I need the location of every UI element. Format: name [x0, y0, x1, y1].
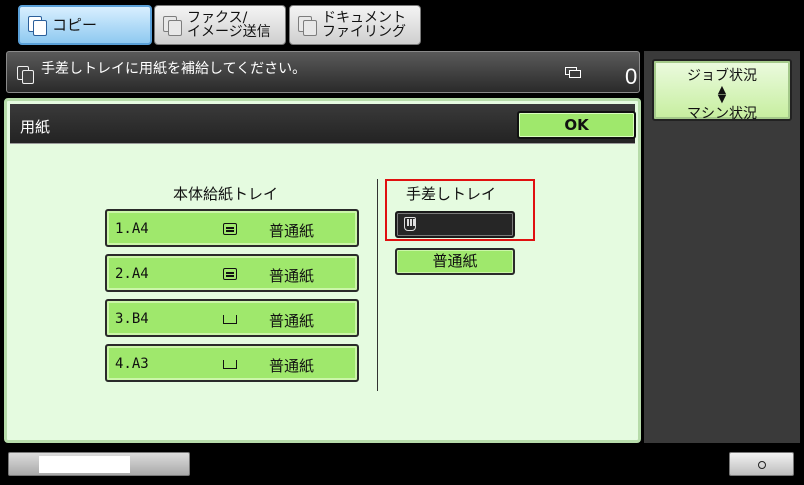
tab-fax-label: ファクス/ イメージ送信	[187, 10, 271, 40]
copy-mode-icon	[15, 64, 35, 84]
brightness-button[interactable]	[729, 452, 794, 476]
tray-empty-icon	[223, 360, 237, 369]
tray-number: 3.B4	[115, 311, 149, 327]
copies-icon	[565, 67, 583, 79]
bypass-tray-label: 手差しトレイ	[406, 185, 497, 203]
job-status-label: ジョブ状況	[687, 68, 757, 84]
toggle-arrows-icon: ▲ ▼	[717, 83, 727, 105]
tab-document-filing-label: ドキュメント ファイリング	[322, 10, 406, 40]
paper-type: 普通紙	[269, 267, 315, 285]
dialog-title: 用紙	[20, 118, 51, 136]
main-trays-label: 本体給紙トレイ	[173, 185, 279, 203]
fax-icon	[161, 14, 183, 36]
document-filing-icon	[296, 14, 318, 36]
status-panel: ジョブ状況 ▲ ▼ マシン状況	[644, 51, 800, 443]
job-machine-status-button[interactable]: ジョブ状況 ▲ ▼ マシン状況	[652, 59, 792, 122]
tray-number: 1.A4	[115, 221, 149, 237]
bypass-tray-button[interactable]	[395, 211, 515, 238]
tab-document-filing[interactable]: ドキュメント ファイリング	[289, 5, 421, 45]
dialog-header: 用紙 OK	[10, 104, 636, 144]
tray-2-button[interactable]: 2.A4 普通紙	[105, 254, 359, 292]
brightness-icon	[754, 454, 769, 474]
tray-loaded-icon	[223, 223, 237, 235]
progress-bar	[8, 452, 190, 476]
tray-1-button[interactable]: 1.A4 普通紙	[105, 209, 359, 247]
paper-type: 普通紙	[269, 357, 315, 375]
tray-number: 2.A4	[115, 266, 149, 282]
paper-select-dialog: 用紙 OK 本体給紙トレイ 1.A4 普通紙 2.A4 普通紙 3.B4 普通紙…	[4, 98, 641, 443]
copy-count: 0	[625, 64, 638, 89]
tray-loaded-icon	[223, 268, 237, 280]
tab-fax-image-send[interactable]: ファクス/ イメージ送信	[154, 5, 286, 45]
tab-copy[interactable]: コピー	[18, 5, 152, 45]
message-bar: 手差しトレイに用紙を補給してください。 0	[6, 51, 640, 93]
paper-type: 普通紙	[269, 312, 315, 330]
tray-number: 4.A3	[115, 356, 149, 372]
paper-type: 普通紙	[269, 222, 315, 240]
section-divider	[377, 179, 378, 391]
bypass-paper-type-button[interactable]: 普通紙	[395, 248, 515, 275]
ok-button[interactable]: OK	[517, 111, 636, 139]
tray-empty-icon	[223, 315, 237, 324]
tray-4-button[interactable]: 4.A3 普通紙	[105, 344, 359, 382]
bottom-bar	[0, 443, 804, 485]
progress-fill	[39, 456, 130, 473]
status-message: 手差しトレイに用紙を補給してください。	[41, 61, 307, 77]
machine-status-label: マシン状況	[687, 106, 757, 122]
copy-icon	[26, 14, 48, 36]
hand-feed-icon	[404, 217, 416, 231]
tray-3-button[interactable]: 3.B4 普通紙	[105, 299, 359, 337]
tab-copy-label: コピー	[52, 16, 98, 34]
